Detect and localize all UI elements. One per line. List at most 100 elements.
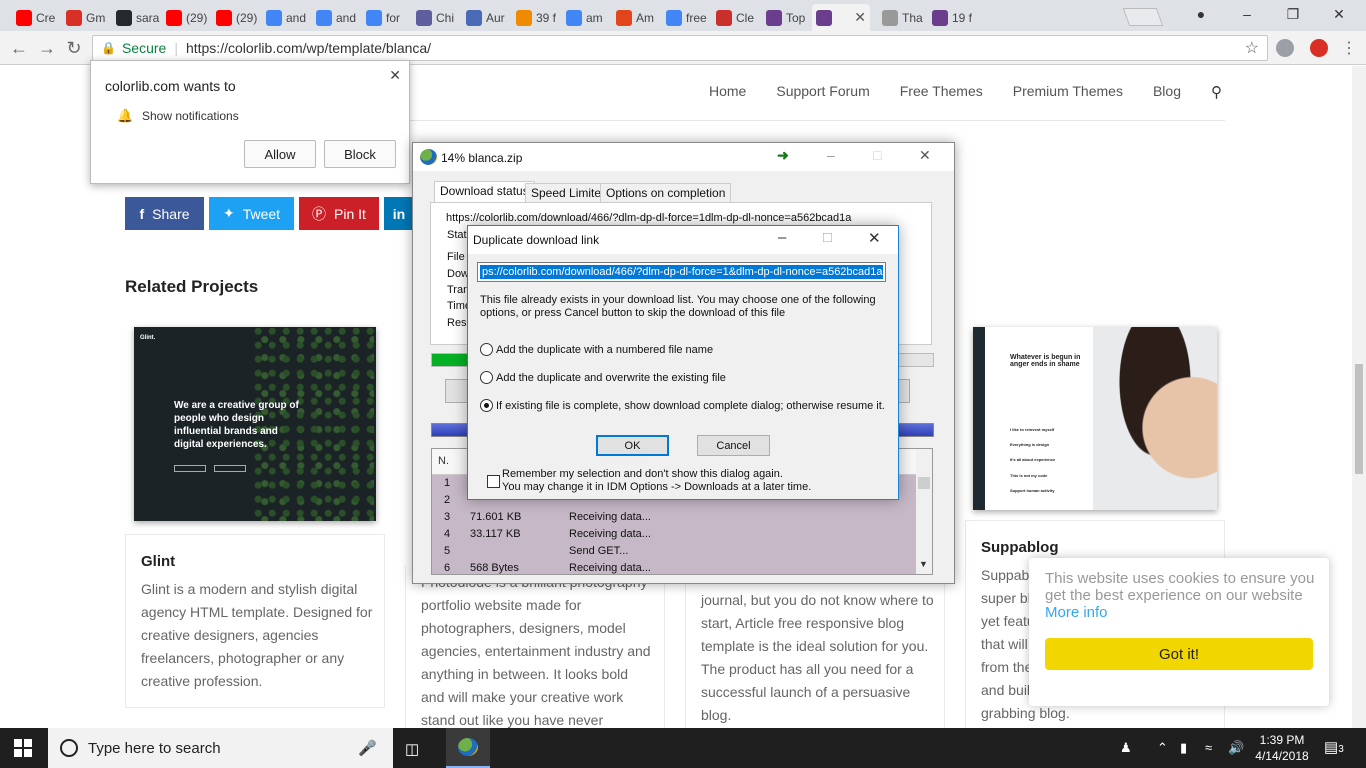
idm-window-title: 14% blanca.zip [441,151,523,165]
browser-tab[interactable]: Cre [12,4,62,31]
close-icon[interactable]: ✕ [389,67,401,84]
table-scrollbar[interactable]: ▼ [916,449,932,574]
more-info-link[interactable]: More info [1045,604,1108,621]
browser-tab[interactable]: Top [762,4,812,31]
glint-title[interactable]: Glint [141,553,175,570]
browser-tab[interactable]: free [662,4,712,31]
windows-start-icon[interactable] [14,739,32,757]
option-resume-or-complete[interactable]: If existing file is complete, show downl… [480,399,885,412]
google-icon [566,9,582,26]
tab-speed-limiter[interactable]: Speed Limiter [525,183,612,203]
browser-tab[interactable]: and [262,4,312,31]
close-window-button[interactable]: ✕ [1316,0,1362,28]
taskbar-clock[interactable]: 1:39 PM 4/14/2018 [1250,732,1314,764]
new-tab-button[interactable] [1122,8,1164,26]
address-bar[interactable]: 🔒 Secure | https://colorlib.com/wp/templ… [92,35,1268,61]
show-hidden-icons-icon[interactable]: ⌃ [1157,740,1168,756]
dialog-minimize-button[interactable]: – [778,229,786,246]
search-icon[interactable]: ⚲ [1211,83,1222,101]
page-scrollbar[interactable] [1352,66,1366,728]
youtube-icon [166,9,182,26]
browser-tab[interactable]: Chi [412,4,462,31]
idm-minimize-button[interactable]: – [827,147,835,163]
scrollbar-thumb[interactable] [1355,364,1363,474]
action-center-icon[interactable]: ▤3 [1324,738,1344,756]
forward-icon[interactable]: → [36,37,58,59]
battery-icon[interactable]: ▮ [1180,740,1187,756]
tab-download-status[interactable]: Download status [434,181,535,203]
volume-icon[interactable]: 🔊 [1228,740,1244,756]
wifi-icon[interactable]: ≈ [1205,740,1212,755]
browser-tab[interactable]: ✕ [812,4,870,31]
ok-button[interactable]: OK [596,435,669,456]
share-facebook-button[interactable]: f Share [125,197,204,230]
browser-tab[interactable]: Tha [878,4,928,31]
radio-button[interactable] [480,371,493,384]
option-numbered-file[interactable]: Add the duplicate with a numbered file n… [480,343,713,356]
colorlib-icon [932,9,948,26]
menu-dots-icon[interactable]: ⋮ [1338,37,1360,59]
nav-blog[interactable]: Blog [1153,83,1181,101]
bookmark-star-icon[interactable]: ☆ [1245,38,1259,58]
idm-close-button[interactable]: ✕ [919,147,931,164]
block-button[interactable]: Block [324,140,396,168]
nav-home[interactable]: Home [709,83,746,101]
scroll-down-icon[interactable]: ▼ [919,559,928,569]
browser-tab[interactable]: (29) [212,4,262,31]
cookie-banner: This website uses cookies to ensure you … [1029,558,1329,706]
extension-badge-icon[interactable] [1310,39,1328,57]
browser-tab[interactable]: Am [612,4,662,31]
browser-tab[interactable]: 39 f [512,4,562,31]
taskbar-search-box[interactable]: Type here to search 🎤 [48,728,393,768]
tab-options-on-completion[interactable]: Options on completion [600,183,732,203]
browser-tab[interactable]: and [312,4,362,31]
nav-premium-themes[interactable]: Premium Themes [1013,83,1123,101]
radio-button[interactable] [480,343,493,356]
tab-label: Tha [902,10,923,25]
reload-icon[interactable]: ↻ [63,37,85,59]
browser-tab[interactable]: Cle [712,4,762,31]
dialog-close-button[interactable]: ✕ [868,229,881,247]
nav-free-themes[interactable]: Free Themes [900,83,983,101]
browser-tab[interactable]: (29) [162,4,212,31]
table-row: 3 71.601 KB Receiving data... [444,511,914,527]
glint-description: Glint is a modern and stylish digital ag… [141,581,373,689]
browser-tab[interactable]: Aur [462,4,512,31]
browser-tab[interactable]: Gm [62,4,112,31]
tab-label: 19 f [952,10,973,25]
share-twitter-button[interactable]: ✦ Tweet [209,197,294,230]
allow-button[interactable]: Allow [244,140,316,168]
cancel-button[interactable]: Cancel [697,435,770,456]
browser-tab[interactable]: am [562,4,612,31]
option-overwrite-file[interactable]: Add the duplicate and overwrite the exis… [480,371,726,384]
youtube-icon [16,9,32,26]
idm-taskbar-button[interactable] [446,728,490,768]
maximize-button[interactable]: ❐ [1270,0,1316,28]
browser-tab[interactable]: for [362,4,412,31]
share-pinterest-button[interactable]: Ⓟ Pin It [299,197,379,230]
browser-tab[interactable]: 19 f [928,4,978,31]
glint-thumbnail[interactable]: Glint. We are a creative group of people… [134,327,376,521]
share-linkedin-button[interactable]: in [384,197,414,230]
extension-icon[interactable] [1276,39,1294,57]
suppablog-thumbnail[interactable]: Whatever is begun in anger ends in shame… [973,327,1217,510]
got-it-button[interactable]: Got it! [1045,638,1313,670]
arrow-icon: ➜ [777,147,789,163]
suppablog-title[interactable]: Suppablog [981,539,1059,556]
tab-label: Am [636,10,654,25]
duplicate-url-field[interactable]: ps://colorlib.com/download/466/?dlm-dp-d… [477,262,886,282]
nav-support-forum[interactable]: Support Forum [776,83,869,101]
profile-icon[interactable]: ● [1178,0,1224,28]
back-icon[interactable]: ← [8,37,30,59]
browser-tab[interactable]: sara [112,4,162,31]
remember-selection-checkbox[interactable] [487,475,500,488]
close-tab-icon[interactable]: ✕ [854,9,866,26]
minimize-button[interactable]: – [1224,0,1270,28]
task-view-icon[interactable]: ◫ [405,740,419,758]
radio-button-selected[interactable] [480,399,493,412]
microphone-icon[interactable]: 🎤 [358,739,377,757]
people-icon[interactable]: ♟ [1120,740,1132,756]
table-scroll-thumb[interactable] [918,477,930,489]
table-row: 6 568 Bytes Receiving data... [444,562,914,578]
windows-taskbar: Type here to search 🎤 ◫ ♟ ⌃ ▮ ≈ 🔊 1:39 P… [0,728,1366,768]
